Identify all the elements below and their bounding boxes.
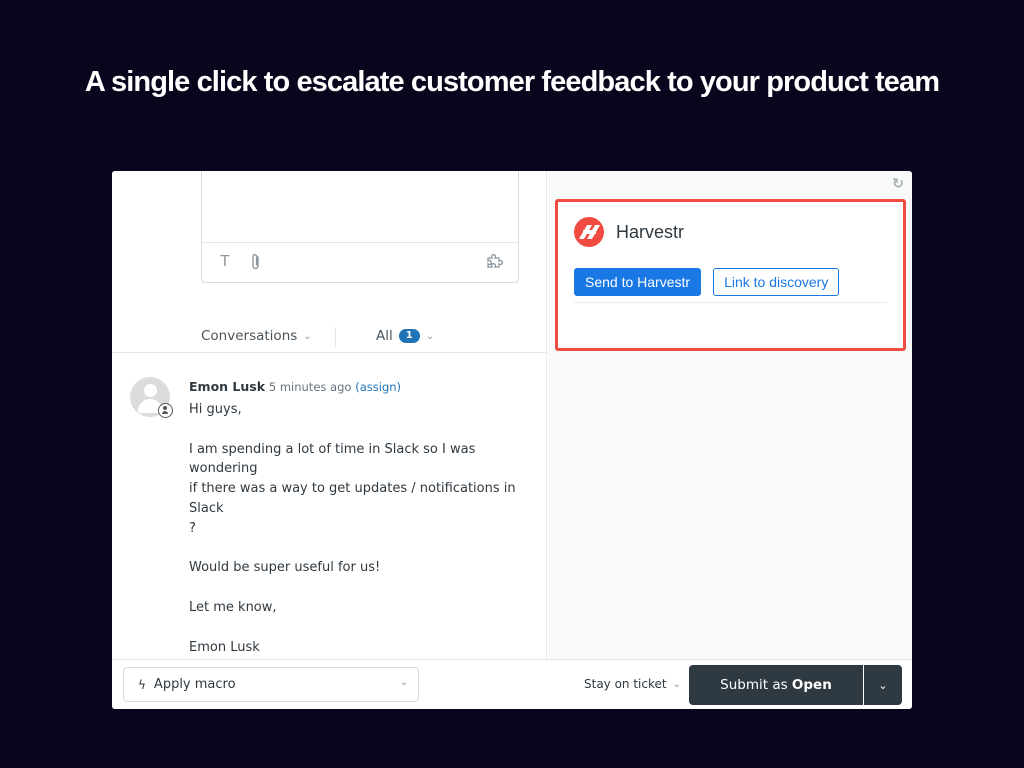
message-line: if there was a way to get updates / noti… bbox=[189, 481, 516, 516]
message-line: I am spending a lot of time in Slack so … bbox=[189, 441, 476, 477]
ticket-window: T Conversations ⌄ All 1 ⌄ Emon Lusk 5 mi… bbox=[112, 171, 912, 709]
filter-divider bbox=[335, 327, 336, 347]
puzzle-icon[interactable] bbox=[486, 253, 504, 273]
count-badge: 1 bbox=[398, 329, 420, 343]
paperclip-icon[interactable] bbox=[250, 253, 262, 275]
all-label: All bbox=[376, 328, 393, 344]
avatar-head bbox=[144, 384, 157, 397]
message-body: Hi guys, I am spending a lot of time in … bbox=[189, 400, 539, 677]
reply-textarea[interactable] bbox=[202, 171, 518, 243]
apps-sidebar: ↻ Harvestr Send to Harvestr Link to disc… bbox=[548, 171, 912, 659]
headline: A single click to escalate customer feed… bbox=[84, 66, 940, 98]
text-format-icon[interactable]: T bbox=[220, 253, 230, 271]
chevron-down-icon: ⌄ bbox=[425, 330, 435, 342]
ticket-footer: ϟ Apply macro ⌄ Stay on ticket ⌄ Submit … bbox=[112, 659, 912, 709]
signature-name: Emon Lusk bbox=[189, 639, 260, 655]
app-header: Harvestr bbox=[574, 217, 684, 247]
message-line: ? bbox=[189, 520, 196, 536]
message-line: Hi guys, bbox=[189, 402, 242, 417]
stay-on-ticket-label: Stay on ticket bbox=[584, 677, 667, 691]
chevron-down-icon: ⌄ bbox=[303, 330, 312, 342]
end-user-icon bbox=[158, 403, 173, 418]
lightning-icon: ϟ bbox=[138, 677, 146, 692]
harvestr-app-card: Harvestr Send to Harvestr Link to discov… bbox=[555, 199, 906, 351]
stay-on-ticket-dropdown[interactable]: Stay on ticket ⌄ bbox=[584, 677, 681, 691]
assign-link[interactable]: (assign) bbox=[355, 380, 401, 394]
submit-options-button[interactable]: ⌄ bbox=[864, 665, 902, 705]
editor-toolbar: T bbox=[202, 243, 518, 283]
app-name: Harvestr bbox=[616, 221, 685, 242]
chevron-down-icon: ⌄ bbox=[672, 678, 681, 690]
message-time: 5 minutes ago bbox=[268, 380, 352, 394]
submit-button[interactable]: Submit as Open bbox=[689, 665, 863, 705]
send-to-harvestr-button[interactable]: Send to Harvestr bbox=[574, 268, 702, 296]
chevron-down-icon: ⌄ bbox=[878, 678, 888, 692]
conversations-label: Conversations bbox=[201, 328, 298, 344]
conversations-filter[interactable]: Conversations ⌄ bbox=[201, 328, 312, 344]
chevron-down-icon: ⌄ bbox=[399, 677, 408, 688]
conversation-filters: Conversations ⌄ All 1 ⌄ bbox=[112, 323, 547, 353]
divider bbox=[574, 302, 887, 303]
conversation-pane: T Conversations ⌄ All 1 ⌄ Emon Lusk 5 mi… bbox=[112, 171, 547, 674]
submit-prefix: Submit as bbox=[720, 677, 792, 693]
message-header: Emon Lusk 5 minutes ago (assign) bbox=[189, 379, 401, 394]
apply-macro-label: Apply macro bbox=[153, 677, 236, 692]
all-filter[interactable]: All 1 ⌄ bbox=[376, 328, 434, 344]
harvestr-logo-icon bbox=[574, 217, 604, 247]
reply-editor: T bbox=[201, 171, 519, 283]
app-actions: Send to Harvestr Link to discovery bbox=[574, 268, 840, 296]
refresh-icon[interactable]: ↻ bbox=[892, 176, 904, 192]
author-name[interactable]: Emon Lusk bbox=[189, 379, 265, 394]
message-line: Let me know, bbox=[189, 599, 277, 615]
message-line: Would be super useful for us! bbox=[189, 560, 381, 576]
link-to-discovery-button[interactable]: Link to discovery bbox=[713, 268, 840, 296]
submit-status: Open bbox=[791, 677, 832, 693]
apply-macro-select[interactable]: ϟ Apply macro ⌄ bbox=[123, 667, 419, 702]
